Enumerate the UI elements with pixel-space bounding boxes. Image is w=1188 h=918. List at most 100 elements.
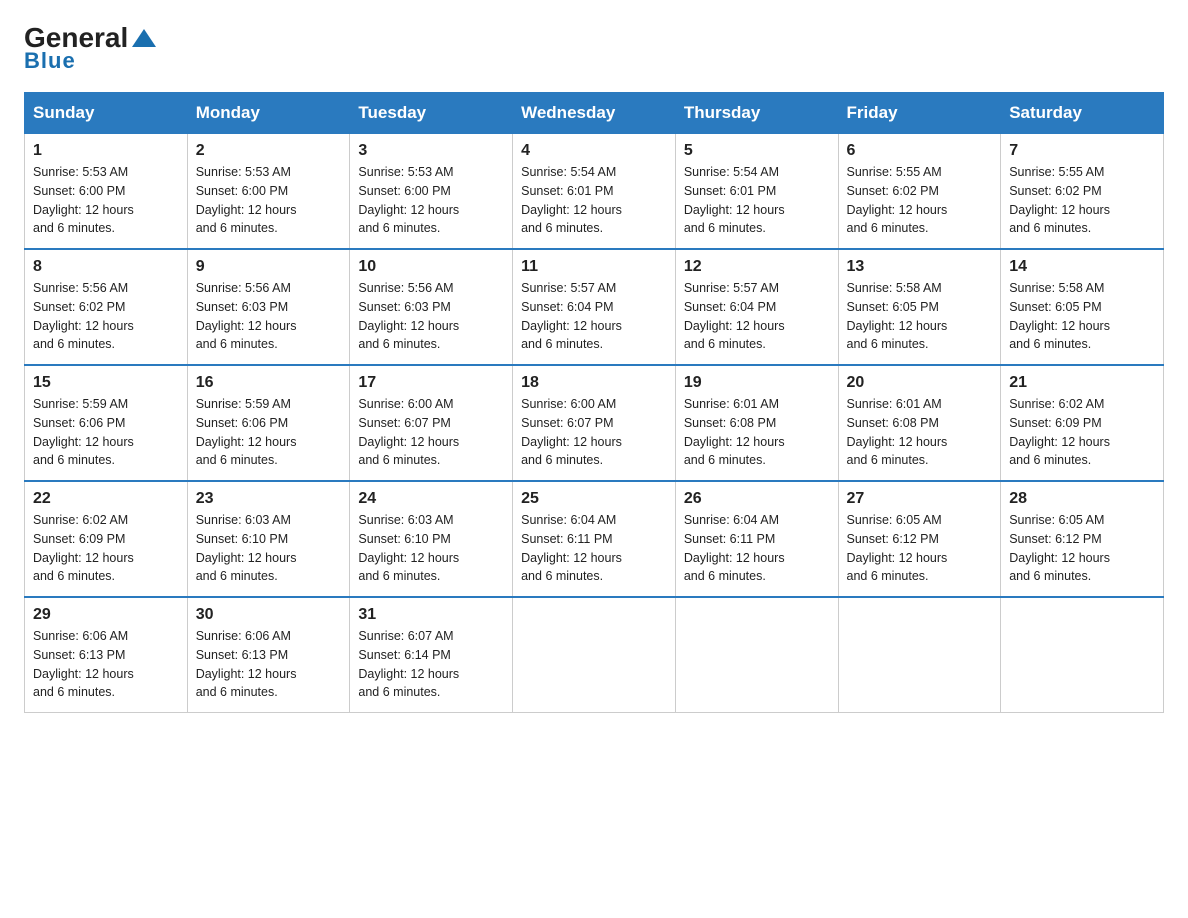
calendar-day-cell: 2 Sunrise: 5:53 AMSunset: 6:00 PMDayligh… (187, 134, 350, 250)
day-info: Sunrise: 5:55 AMSunset: 6:02 PMDaylight:… (1009, 163, 1155, 238)
day-info: Sunrise: 6:02 AMSunset: 6:09 PMDaylight:… (33, 511, 179, 586)
calendar-day-cell: 30 Sunrise: 6:06 AMSunset: 6:13 PMDaylig… (187, 597, 350, 713)
calendar-week-row: 29 Sunrise: 6:06 AMSunset: 6:13 PMDaylig… (25, 597, 1164, 713)
day-info: Sunrise: 6:06 AMSunset: 6:13 PMDaylight:… (33, 627, 179, 702)
day-number: 5 (684, 142, 830, 160)
day-number: 14 (1009, 258, 1155, 276)
logo-triangle-icon (130, 27, 158, 49)
day-number: 3 (358, 142, 504, 160)
calendar-week-row: 8 Sunrise: 5:56 AMSunset: 6:02 PMDayligh… (25, 249, 1164, 365)
day-number: 25 (521, 490, 667, 508)
logo: General Blue (24, 24, 158, 74)
day-info: Sunrise: 6:04 AMSunset: 6:11 PMDaylight:… (684, 511, 830, 586)
day-info: Sunrise: 5:58 AMSunset: 6:05 PMDaylight:… (847, 279, 993, 354)
calendar-day-cell: 16 Sunrise: 5:59 AMSunset: 6:06 PMDaylig… (187, 365, 350, 481)
calendar-day-cell: 5 Sunrise: 5:54 AMSunset: 6:01 PMDayligh… (675, 134, 838, 250)
day-number: 10 (358, 258, 504, 276)
day-of-week-header: Thursday (675, 93, 838, 134)
day-of-week-header: Wednesday (513, 93, 676, 134)
day-of-week-header: Tuesday (350, 93, 513, 134)
day-info: Sunrise: 6:07 AMSunset: 6:14 PMDaylight:… (358, 627, 504, 702)
day-of-week-header: Monday (187, 93, 350, 134)
day-info: Sunrise: 5:53 AMSunset: 6:00 PMDaylight:… (33, 163, 179, 238)
calendar-day-cell: 17 Sunrise: 6:00 AMSunset: 6:07 PMDaylig… (350, 365, 513, 481)
calendar-day-cell: 14 Sunrise: 5:58 AMSunset: 6:05 PMDaylig… (1001, 249, 1164, 365)
day-info: Sunrise: 5:56 AMSunset: 6:02 PMDaylight:… (33, 279, 179, 354)
day-info: Sunrise: 6:03 AMSunset: 6:10 PMDaylight:… (358, 511, 504, 586)
day-number: 22 (33, 490, 179, 508)
day-info: Sunrise: 6:03 AMSunset: 6:10 PMDaylight:… (196, 511, 342, 586)
day-number: 13 (847, 258, 993, 276)
day-number: 28 (1009, 490, 1155, 508)
calendar-day-cell: 26 Sunrise: 6:04 AMSunset: 6:11 PMDaylig… (675, 481, 838, 597)
day-info: Sunrise: 6:05 AMSunset: 6:12 PMDaylight:… (847, 511, 993, 586)
calendar-day-cell: 12 Sunrise: 5:57 AMSunset: 6:04 PMDaylig… (675, 249, 838, 365)
calendar-week-row: 1 Sunrise: 5:53 AMSunset: 6:00 PMDayligh… (25, 134, 1164, 250)
calendar-day-cell: 21 Sunrise: 6:02 AMSunset: 6:09 PMDaylig… (1001, 365, 1164, 481)
calendar-day-cell: 18 Sunrise: 6:00 AMSunset: 6:07 PMDaylig… (513, 365, 676, 481)
calendar-day-cell: 7 Sunrise: 5:55 AMSunset: 6:02 PMDayligh… (1001, 134, 1164, 250)
day-info: Sunrise: 5:57 AMSunset: 6:04 PMDaylight:… (684, 279, 830, 354)
day-number: 19 (684, 374, 830, 392)
calendar-table: SundayMondayTuesdayWednesdayThursdayFrid… (24, 92, 1164, 713)
day-number: 26 (684, 490, 830, 508)
day-number: 9 (196, 258, 342, 276)
calendar-day-cell: 23 Sunrise: 6:03 AMSunset: 6:10 PMDaylig… (187, 481, 350, 597)
calendar-day-cell: 27 Sunrise: 6:05 AMSunset: 6:12 PMDaylig… (838, 481, 1001, 597)
day-info: Sunrise: 6:05 AMSunset: 6:12 PMDaylight:… (1009, 511, 1155, 586)
calendar-day-cell (1001, 597, 1164, 713)
calendar-day-cell: 4 Sunrise: 5:54 AMSunset: 6:01 PMDayligh… (513, 134, 676, 250)
day-info: Sunrise: 5:56 AMSunset: 6:03 PMDaylight:… (196, 279, 342, 354)
day-info: Sunrise: 6:04 AMSunset: 6:11 PMDaylight:… (521, 511, 667, 586)
day-number: 23 (196, 490, 342, 508)
day-number: 4 (521, 142, 667, 160)
calendar-day-cell: 15 Sunrise: 5:59 AMSunset: 6:06 PMDaylig… (25, 365, 188, 481)
calendar-day-cell: 29 Sunrise: 6:06 AMSunset: 6:13 PMDaylig… (25, 597, 188, 713)
day-info: Sunrise: 5:59 AMSunset: 6:06 PMDaylight:… (33, 395, 179, 470)
day-number: 16 (196, 374, 342, 392)
day-number: 27 (847, 490, 993, 508)
day-info: Sunrise: 6:01 AMSunset: 6:08 PMDaylight:… (847, 395, 993, 470)
day-info: Sunrise: 6:01 AMSunset: 6:08 PMDaylight:… (684, 395, 830, 470)
day-number: 24 (358, 490, 504, 508)
calendar-day-cell (675, 597, 838, 713)
day-info: Sunrise: 5:58 AMSunset: 6:05 PMDaylight:… (1009, 279, 1155, 354)
day-of-week-header: Sunday (25, 93, 188, 134)
day-info: Sunrise: 5:57 AMSunset: 6:04 PMDaylight:… (521, 279, 667, 354)
day-of-week-header: Friday (838, 93, 1001, 134)
calendar-week-row: 22 Sunrise: 6:02 AMSunset: 6:09 PMDaylig… (25, 481, 1164, 597)
day-info: Sunrise: 5:53 AMSunset: 6:00 PMDaylight:… (358, 163, 504, 238)
day-number: 30 (196, 606, 342, 624)
calendar-day-cell: 28 Sunrise: 6:05 AMSunset: 6:12 PMDaylig… (1001, 481, 1164, 597)
day-info: Sunrise: 6:02 AMSunset: 6:09 PMDaylight:… (1009, 395, 1155, 470)
day-number: 7 (1009, 142, 1155, 160)
calendar-day-cell: 25 Sunrise: 6:04 AMSunset: 6:11 PMDaylig… (513, 481, 676, 597)
calendar-header-row: SundayMondayTuesdayWednesdayThursdayFrid… (25, 93, 1164, 134)
day-info: Sunrise: 5:56 AMSunset: 6:03 PMDaylight:… (358, 279, 504, 354)
calendar-day-cell (838, 597, 1001, 713)
day-number: 12 (684, 258, 830, 276)
day-number: 2 (196, 142, 342, 160)
day-number: 21 (1009, 374, 1155, 392)
calendar-day-cell: 1 Sunrise: 5:53 AMSunset: 6:00 PMDayligh… (25, 134, 188, 250)
day-number: 20 (847, 374, 993, 392)
calendar-day-cell: 20 Sunrise: 6:01 AMSunset: 6:08 PMDaylig… (838, 365, 1001, 481)
calendar-day-cell: 10 Sunrise: 5:56 AMSunset: 6:03 PMDaylig… (350, 249, 513, 365)
day-info: Sunrise: 5:53 AMSunset: 6:00 PMDaylight:… (196, 163, 342, 238)
day-number: 8 (33, 258, 179, 276)
day-info: Sunrise: 6:06 AMSunset: 6:13 PMDaylight:… (196, 627, 342, 702)
day-number: 15 (33, 374, 179, 392)
day-number: 17 (358, 374, 504, 392)
day-number: 1 (33, 142, 179, 160)
day-info: Sunrise: 5:55 AMSunset: 6:02 PMDaylight:… (847, 163, 993, 238)
day-number: 29 (33, 606, 179, 624)
day-info: Sunrise: 5:54 AMSunset: 6:01 PMDaylight:… (521, 163, 667, 238)
day-info: Sunrise: 5:59 AMSunset: 6:06 PMDaylight:… (196, 395, 342, 470)
day-number: 6 (847, 142, 993, 160)
page-header: General Blue (24, 24, 1164, 74)
calendar-day-cell (513, 597, 676, 713)
calendar-day-cell: 3 Sunrise: 5:53 AMSunset: 6:00 PMDayligh… (350, 134, 513, 250)
day-number: 11 (521, 258, 667, 276)
calendar-day-cell: 6 Sunrise: 5:55 AMSunset: 6:02 PMDayligh… (838, 134, 1001, 250)
day-info: Sunrise: 6:00 AMSunset: 6:07 PMDaylight:… (358, 395, 504, 470)
